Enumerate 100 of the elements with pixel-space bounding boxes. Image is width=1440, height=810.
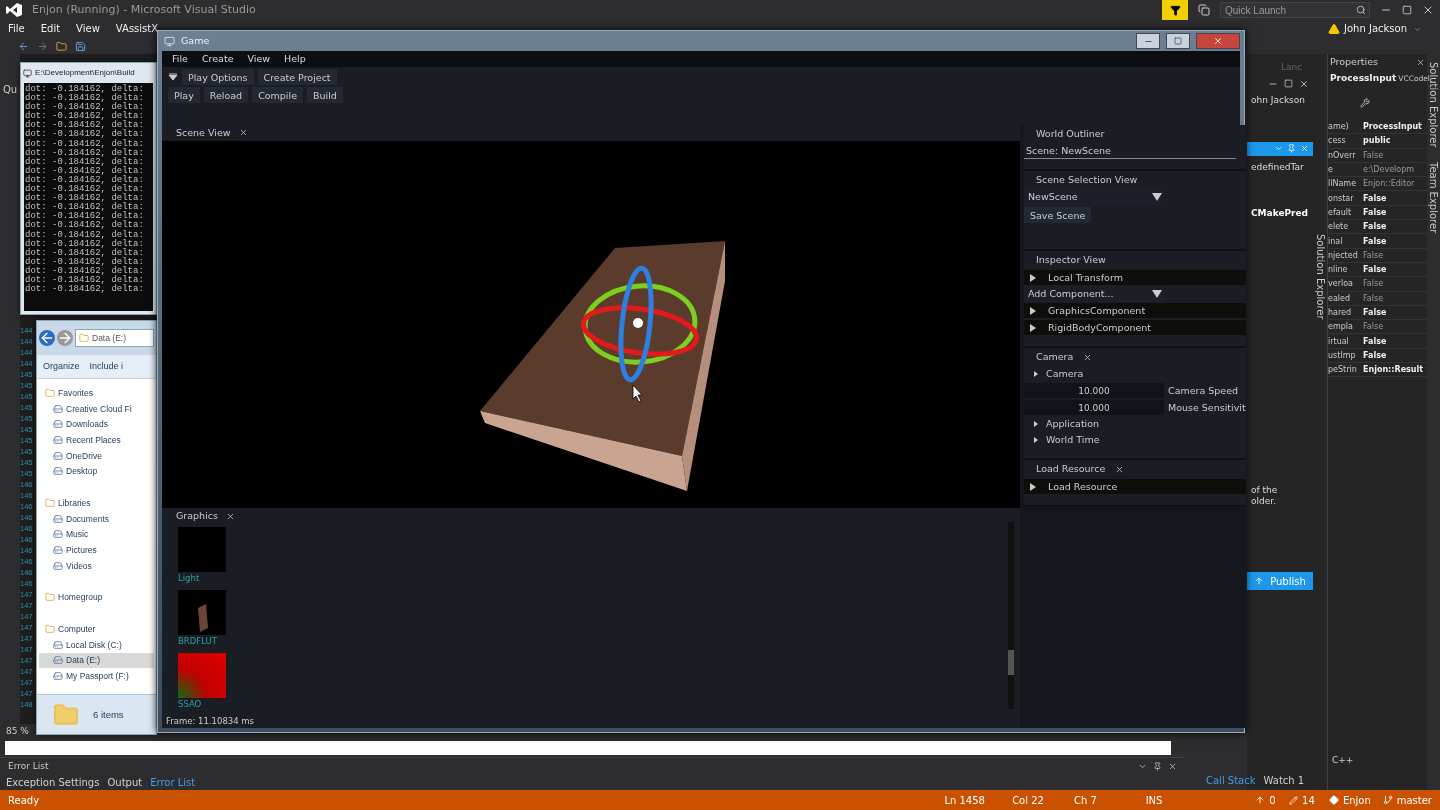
component-header[interactable]: GraphicsComponent (1024, 303, 1246, 318)
tree-item[interactable]: Pictures (39, 542, 154, 558)
forward-icon[interactable] (37, 40, 48, 52)
tree-item[interactable]: Application (1024, 416, 1246, 432)
save-icon[interactable] (75, 40, 86, 52)
tree-item[interactable]: Homegroup (39, 589, 154, 606)
tree-item[interactable]: OneDrive (39, 447, 154, 464)
close-icon[interactable] (1168, 761, 1177, 771)
toolbar-button[interactable]: Compile (252, 87, 303, 103)
scroll-thumb[interactable] (1008, 650, 1014, 676)
toolbar-button[interactable]: Play (168, 87, 200, 103)
panel-tab[interactable]: Error List (150, 776, 196, 788)
tree-item[interactable]: Recent Places (39, 432, 154, 448)
menu-item[interactable]: VAssistX (115, 23, 159, 35)
close-icon[interactable] (1299, 78, 1309, 89)
side-tab[interactable]: Team Explorer (1428, 161, 1439, 233)
target-dropdown[interactable]: edefinedTar (1251, 161, 1304, 173)
scroll-bar[interactable] (5, 741, 1171, 755)
toolbar-button[interactable]: Play Options (182, 69, 254, 85)
wrench-icon[interactable] (1360, 98, 1370, 108)
side-tab[interactable]: Solution Explorer (1428, 62, 1439, 148)
panel-tab[interactable]: Scene View (176, 127, 231, 139)
toolbar-button[interactable]: Reload (203, 87, 249, 103)
close-icon[interactable] (1083, 352, 1093, 362)
changes-count[interactable]: 14 (1289, 794, 1329, 806)
back-icon[interactable] (39, 330, 55, 346)
tree-item[interactable]: Favorites (39, 385, 154, 401)
property-value: Enjon::Editor (1363, 179, 1415, 189)
toolbar-button[interactable]: Build (307, 87, 343, 103)
texture-thumbnail[interactable] (178, 652, 226, 698)
pushes-count[interactable]: 0 (1255, 794, 1290, 806)
tree-item[interactable]: Data (E:) (39, 652, 154, 669)
pin-icon[interactable] (1153, 761, 1162, 771)
menu-item[interactable]: Help (284, 53, 306, 65)
address-field[interactable]: Data (E:) (75, 329, 154, 347)
maximize-icon[interactable] (1402, 5, 1412, 15)
quick-launch-field[interactable]: Quick Launch (1220, 2, 1370, 18)
texture-thumbnail[interactable] (178, 589, 226, 635)
zoom-level[interactable]: 85 % (6, 726, 29, 737)
number-field[interactable]: 10.000 (1024, 400, 1164, 415)
tree-item[interactable]: Music (39, 526, 154, 543)
save-scene-button[interactable]: Save Scene (1024, 207, 1092, 223)
close-icon[interactable] (1416, 57, 1425, 67)
tree-item[interactable]: Creative Cloud Fi (39, 400, 154, 417)
panel-tab[interactable]: Call Stack (1206, 774, 1256, 786)
note-text: older. (1251, 496, 1276, 507)
menu-item[interactable]: File (8, 23, 25, 35)
property-value: False (1363, 222, 1387, 232)
feedback-icon[interactable] (1198, 4, 1210, 16)
panel-tab[interactable]: Watch 1 (1263, 774, 1305, 786)
back-icon[interactable] (18, 40, 29, 52)
tree-item[interactable]: Camera (1024, 366, 1246, 382)
scene-viewport[interactable] (162, 140, 1020, 508)
menu-item[interactable]: File (172, 53, 188, 65)
tree-item[interactable]: Videos (39, 557, 154, 574)
user-name[interactable]: John Jackson (1344, 23, 1407, 35)
side-tab[interactable]: Solution Explorer (1314, 234, 1326, 320)
forward-icon[interactable] (57, 330, 73, 346)
user-name[interactable]: ohn Jackson (1251, 94, 1305, 106)
minimize-button[interactable] (1136, 33, 1160, 49)
filter-button[interactable] (1162, 0, 1188, 20)
property-value: ProcessInput (1363, 122, 1422, 132)
menu-item[interactable]: Edit (40, 23, 61, 35)
maximize-button[interactable] (1166, 33, 1190, 49)
tree-item[interactable]: My Passport (F:) (39, 668, 154, 684)
tree-item[interactable]: World Time (1024, 432, 1246, 448)
menu-item[interactable]: Create (201, 53, 234, 65)
close-icon[interactable] (1115, 464, 1125, 474)
component-header[interactable]: Load Resource (1024, 479, 1246, 494)
tree-item[interactable]: Libraries (39, 495, 154, 511)
console-line: dot: -0.184162, delta: (25, 166, 145, 176)
tree-item[interactable]: Downloads (39, 416, 154, 433)
tree-item[interactable]: Local Disk (C:) (39, 636, 154, 653)
menu-item[interactable]: View (247, 53, 271, 65)
tree-item[interactable]: Desktop (39, 463, 154, 480)
component-header[interactable]: Local Transform (1024, 270, 1246, 285)
menu-item[interactable]: View (76, 23, 100, 35)
toolbar-button[interactable]: Organize (43, 361, 80, 372)
toolbar-button[interactable]: Include i (89, 361, 124, 372)
texture-thumbnail[interactable] (178, 526, 226, 572)
component-header[interactable]: RigidBodyComponent (1024, 320, 1246, 335)
panel-tab[interactable]: Graphics (176, 510, 218, 522)
number-field[interactable]: 10.000 (1024, 383, 1164, 398)
status-text: Ready (8, 794, 41, 806)
outliner-item[interactable]: Scene: NewScene (1024, 143, 1236, 159)
close-icon[interactable] (225, 511, 235, 521)
arrow-up-icon (1255, 795, 1266, 805)
panel-tab[interactable]: Exception Settings (6, 776, 100, 788)
console-line: dot: -0.184162, delta: (25, 266, 145, 276)
toolbar-button[interactable]: Create Project (257, 69, 337, 85)
close-icon[interactable] (238, 128, 248, 138)
repo-name[interactable]: Enjon (1328, 794, 1383, 806)
panel-tab[interactable]: Output (107, 776, 143, 788)
tree-item[interactable]: Documents (39, 510, 154, 527)
close-icon[interactable] (1422, 4, 1434, 16)
maximize-icon[interactable] (1284, 79, 1293, 89)
tree-item[interactable]: Computer (39, 621, 154, 637)
branch-name[interactable]: master (1382, 794, 1432, 806)
caret-icon[interactable] (168, 73, 178, 81)
folder-icon[interactable] (56, 40, 67, 52)
